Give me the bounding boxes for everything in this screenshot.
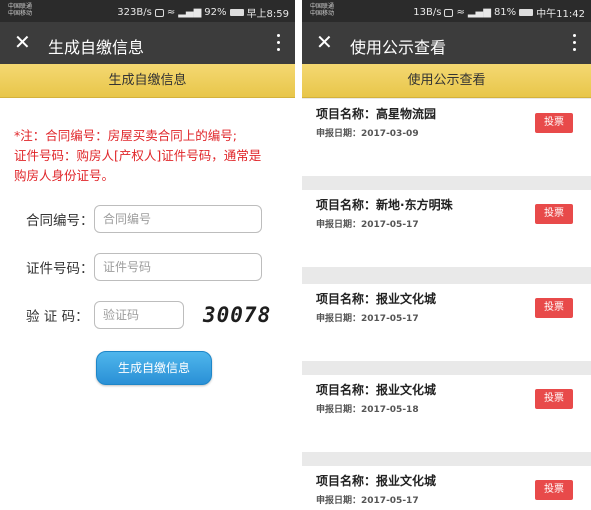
instruction-note: *注：合同编号：房屋买卖合同上的编号; 证件号码：购房人[产权人]证件号码，通常… xyxy=(14,128,262,183)
report-date: 申报日期：2017-03-09 xyxy=(316,129,419,139)
left-phone-screen: 中国联通 中国移动 323B/s ≈ ▂▄▆ 92% 早上8:59 ✕ 生成自缴… xyxy=(0,0,295,510)
status-indicators: 13B/s ≈ ▂▄▆ 81% 中午11:42 xyxy=(413,5,585,20)
project-name: 项目名称：报业文化城 xyxy=(316,292,437,306)
page-title: 使用公示查看 xyxy=(350,38,447,57)
captcha-row: 验 证 码： xyxy=(26,300,184,330)
more-menu-icon[interactable] xyxy=(277,34,281,52)
status-indicators: 323B/s ≈ ▂▄▆ 92% 早上8:59 xyxy=(117,5,289,20)
contract-number-input[interactable] xyxy=(94,205,262,233)
project-card: 项目名称：高星物流园 申报日期：2017-03-09 投票 xyxy=(302,99,591,176)
network-speed: 323B/s xyxy=(117,7,152,18)
title-bar: ✕ 生成自缴信息 xyxy=(0,22,295,64)
section-header: 使用公示查看 xyxy=(302,64,591,98)
close-icon[interactable]: ✕ xyxy=(316,32,333,52)
wifi-icon: ≈ xyxy=(456,7,465,18)
clock: 中午11:42 xyxy=(536,9,585,20)
project-card: 项目名称：报业文化城 申报日期：2017-05-17 投票 xyxy=(302,466,591,510)
notification-icon xyxy=(154,8,164,17)
vote-button[interactable]: 投票 xyxy=(535,204,573,224)
vote-button[interactable]: 投票 xyxy=(535,298,573,318)
project-card: 项目名称：新地·东方明珠 申报日期：2017-05-17 投票 xyxy=(302,190,591,267)
carrier-label: 中国联通 中国移动 xyxy=(310,3,335,17)
notification-icon xyxy=(444,8,454,17)
page-title: 生成自缴信息 xyxy=(48,38,145,57)
captcha-input[interactable] xyxy=(94,301,184,329)
project-name: 项目名称：报业文化城 xyxy=(316,383,437,397)
battery-icon xyxy=(229,9,244,16)
vote-button[interactable]: 投票 xyxy=(535,389,573,409)
report-date: 申报日期：2017-05-18 xyxy=(316,405,419,415)
report-date: 申报日期：2017-05-17 xyxy=(316,314,419,324)
divider xyxy=(295,0,302,510)
project-card: 项目名称：报业文化城 申报日期：2017-05-18 投票 xyxy=(302,375,591,452)
id-number-input[interactable] xyxy=(94,253,262,281)
signal-icon: ▂▄▆ xyxy=(467,7,491,18)
vote-button[interactable]: 投票 xyxy=(535,480,573,500)
carrier-label: 中国联通 中国移动 xyxy=(8,3,33,17)
contract-row: 合同编号： xyxy=(26,204,262,234)
network-speed: 13B/s xyxy=(413,7,442,18)
more-menu-icon[interactable] xyxy=(573,34,577,52)
report-date: 申报日期：2017-05-17 xyxy=(316,220,419,230)
generate-button[interactable]: 生成自缴信息 xyxy=(96,351,212,385)
project-name: 项目名称：新地·东方明珠 xyxy=(316,198,453,212)
clock: 早上8:59 xyxy=(246,9,289,20)
project-name: 项目名称：高星物流园 xyxy=(316,107,437,121)
captcha-label: 验 证 码： xyxy=(26,309,89,325)
status-bar: 中国联通 中国移动 13B/s ≈ ▂▄▆ 81% 中午11:42 xyxy=(302,0,591,22)
title-bar: ✕ 使用公示查看 xyxy=(302,22,591,64)
right-phone-screen: 中国联通 中国移动 13B/s ≈ ▂▄▆ 81% 中午11:42 ✕ 使用公示… xyxy=(302,0,591,510)
project-card: 项目名称：报业文化城 申报日期：2017-05-17 投票 xyxy=(302,284,591,361)
captcha-image[interactable]: 30078 xyxy=(203,303,271,327)
report-date: 申报日期：2017-05-17 xyxy=(316,496,419,506)
wifi-icon: ≈ xyxy=(166,7,176,18)
section-header: 生成自缴信息 xyxy=(0,64,295,98)
vote-button[interactable]: 投票 xyxy=(535,113,573,133)
battery-percent: 92% xyxy=(204,7,227,18)
contract-label: 合同编号： xyxy=(26,213,94,229)
project-name: 项目名称：报业文化城 xyxy=(316,474,437,488)
battery-percent: 81% xyxy=(493,7,517,18)
battery-icon xyxy=(519,9,534,16)
id-row: 证件号码： xyxy=(26,252,262,282)
close-icon[interactable]: ✕ xyxy=(14,32,31,52)
status-bar: 中国联通 中国移动 323B/s ≈ ▂▄▆ 92% 早上8:59 xyxy=(0,0,295,22)
signal-icon: ▂▄▆ xyxy=(178,7,202,18)
id-label: 证件号码： xyxy=(26,261,94,277)
